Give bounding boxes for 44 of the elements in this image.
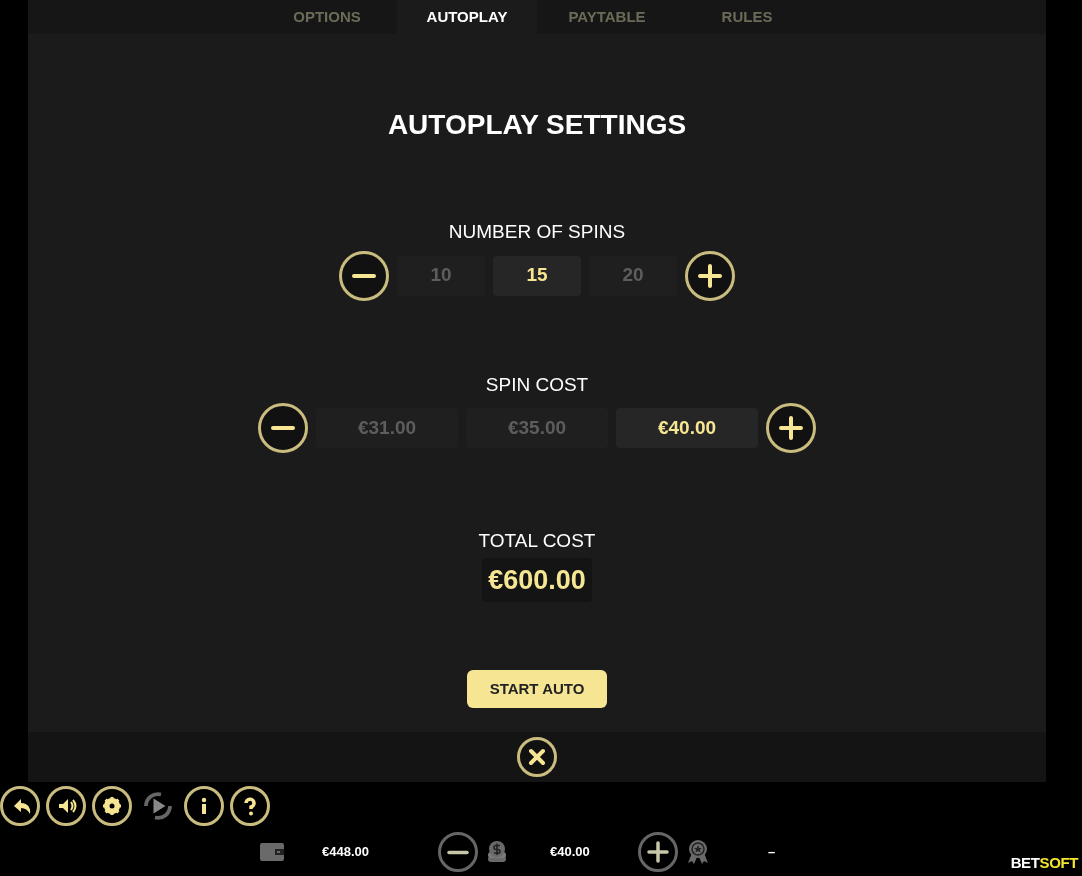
bet-value: €40.00 [550, 843, 591, 862]
tab[interactable]: OPTIONS [257, 0, 397, 34]
sound-button[interactable] [46, 786, 86, 826]
bet-increase-button[interactable] [638, 832, 678, 872]
minus-icon [351, 272, 377, 279]
option-button[interactable]: 20 [589, 255, 677, 296]
balance-value: €448.00 [322, 843, 370, 862]
tab[interactable]: AUTOPLAY [397, 0, 537, 34]
close-icon [528, 748, 546, 766]
rosette-icon [686, 839, 710, 865]
total-label: TOTAL COST [478, 529, 596, 553]
dialog-title: AUTOPLAY SETTINGS [387, 108, 687, 142]
plus-icon [697, 262, 723, 289]
tab[interactable]: PAYTABLE [537, 0, 677, 34]
info-icon [201, 797, 207, 815]
brand-logo: BETSOFT [1010, 852, 1078, 873]
plus-icon [778, 415, 804, 441]
info-button[interactable] [184, 786, 224, 826]
option-button[interactable]: 15 [493, 255, 581, 296]
plus-icon [647, 841, 669, 863]
help-button[interactable] [230, 786, 270, 826]
decrease-button[interactable] [339, 250, 389, 301]
settings-button[interactable] [92, 786, 132, 826]
tab[interactable]: RULES [677, 0, 817, 34]
close-button[interactable] [517, 737, 557, 777]
bet-decrease-button[interactable] [438, 832, 478, 872]
minus-icon [447, 849, 469, 855]
option-button[interactable]: 10 [397, 255, 485, 296]
increase-button[interactable] [766, 403, 816, 453]
win-value: – [768, 843, 776, 862]
minus-icon [270, 425, 296, 431]
increase-button[interactable] [685, 250, 735, 301]
back-button[interactable] [0, 786, 40, 826]
option-button[interactable]: €35.00 [466, 408, 608, 448]
setting-label: NUMBER OF SPINS [448, 220, 626, 244]
setting-label: SPIN COST [485, 372, 589, 397]
start-button[interactable]: START AUTO [467, 670, 607, 708]
coins-icon [486, 840, 508, 864]
decrease-button[interactable] [258, 403, 308, 453]
wallet-icon [260, 843, 284, 861]
settings-icon [100, 794, 124, 818]
total-value: €600.00 [482, 557, 592, 602]
option-button[interactable]: €40.00 [616, 408, 758, 448]
option-button[interactable]: €31.00 [316, 408, 458, 448]
